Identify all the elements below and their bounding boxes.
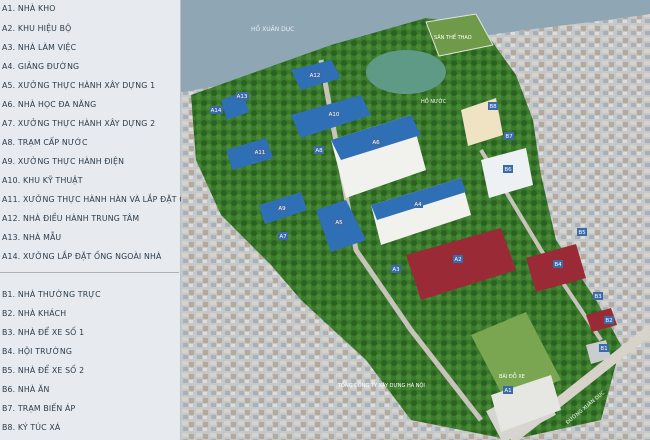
tag-a14: A14 xyxy=(211,108,222,114)
tag-b8: B8 xyxy=(489,104,497,110)
legend-item-b8: B8. KÝ TÚC XÁ xyxy=(2,423,61,432)
legend-item-a1: A1. NHÀ KHO xyxy=(2,4,56,13)
tag-a2: A2 xyxy=(454,257,461,263)
company-label: TỔNG CÔNG TY XÂY DỰNG HÀ NỘI xyxy=(337,381,425,389)
legend-item-b1: B1. NHÀ THƯỜNG TRỰC xyxy=(2,290,101,299)
legend-item-a7: A7. XƯỞNG THỰC HÀNH XÂY DỰNG 2 xyxy=(2,119,156,128)
tag-a11: A11 xyxy=(255,150,266,156)
legend-item-b7: B7. TRẠM BIẾN ÁP xyxy=(2,404,76,413)
tag-a13: A13 xyxy=(237,94,248,100)
legend-item-a14: A14. XƯỞNG LẮP ĐẶT ỐNG NGOÀI NHÀ xyxy=(2,252,162,261)
legend-item-b2: B2. NHÀ KHÁCH xyxy=(2,309,67,318)
tag-b1: B1 xyxy=(600,346,607,352)
tag-b3: B3 xyxy=(594,294,602,300)
pond xyxy=(366,50,446,94)
legend-item-b5: B5. NHÀ ĐỂ XE SỐ 2 xyxy=(2,366,85,375)
tag-a9: A9 xyxy=(278,206,286,212)
tag-a12: A12 xyxy=(310,73,321,79)
legend-item-a5: A5. XƯỞNG THỰC HÀNH XÂY DỰNG 1 xyxy=(2,81,156,90)
legend-item-a3: A3. NHÀ LÀM VIỆC xyxy=(2,43,77,52)
aerial-map: HỒ XUÂN DỤC ĐƯỜNG XUÂN DỤC SÂN THỂ THAO … xyxy=(181,0,650,440)
legend-item-a4: A4. GIẢNG ĐƯỜNG xyxy=(2,62,80,71)
legend-item-a11: A11. XƯỞNG THỰC HÀNH HÀN VÀ LẮP ĐẶT ỐNG xyxy=(2,195,198,204)
lake-label: HỒ XUÂN DỤC xyxy=(251,24,294,33)
tag-b4: B4 xyxy=(554,262,562,268)
map-canvas: HỒ XUÂN DỤC ĐƯỜNG XUÂN DỤC SÂN THỂ THAO … xyxy=(181,0,650,440)
parking-label: BÃI ĐỖ XE xyxy=(499,372,525,380)
legend-item-a2: A2. KHU HIỆU BỘ xyxy=(2,24,72,33)
tag-a4: A4 xyxy=(414,202,422,208)
tag-b5: B5 xyxy=(578,230,586,236)
legend-item-a13: A13. NHÀ MẪU xyxy=(2,233,62,242)
legend-item-b6: B6. NHÀ ĂN xyxy=(2,385,50,394)
tag-b7: B7 xyxy=(505,134,513,140)
tag-b2: B2 xyxy=(605,318,612,324)
legend-item-a6: A6. NHÀ HỌC ĐA NĂNG xyxy=(2,100,97,109)
legend-panel: A1. NHÀ KHO A2. KHU HIỆU BỘ A3. NHÀ LÀM … xyxy=(0,0,198,440)
tag-a6: A6 xyxy=(372,140,380,146)
tag-a7: A7 xyxy=(279,234,287,240)
legend-item-b4: B4. HỘI TRƯỜNG xyxy=(2,347,73,356)
tag-a5: A5 xyxy=(335,220,343,226)
tag-a10: A10 xyxy=(329,112,340,118)
sports-label: SÂN THỂ THAO xyxy=(434,33,472,41)
campus-plan: A1. NHÀ KHO A2. KHU HIỆU BỘ A3. NHÀ LÀM … xyxy=(0,0,650,440)
legend-item-a8: A8. TRẠM CẤP NƯỚC xyxy=(2,138,88,147)
legend-item-b3: B3. NHÀ ĐỂ XE SỐ 1 xyxy=(2,328,85,337)
legend-item-a12: A12. NHÀ ĐIỀU HÀNH TRUNG TÂM xyxy=(2,214,140,223)
legend-item-a10: A10. KHU KỸ THUẬT xyxy=(2,176,83,185)
tag-b6: B6 xyxy=(504,167,512,173)
legend-item-a9: A9. XƯỞNG THỰC HÀNH ĐIỆN xyxy=(2,157,125,166)
tag-a3: A3 xyxy=(392,267,400,273)
tag-a8: A8 xyxy=(315,148,323,154)
tag-a1: A1 xyxy=(504,388,511,394)
legend-divider xyxy=(0,272,179,273)
